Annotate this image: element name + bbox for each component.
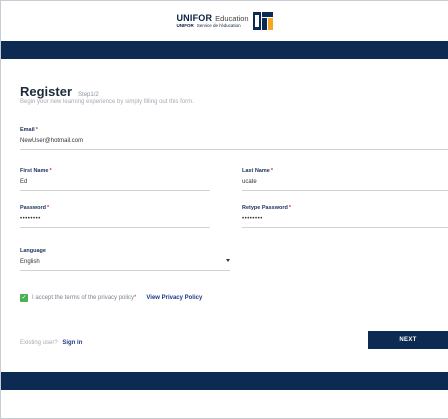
password-label: Password (20, 205, 46, 211)
first-name-field-group: First Name* Ed (20, 168, 210, 191)
logo-brand: UNIFOR (176, 12, 213, 23)
first-name-field[interactable]: Ed (20, 179, 210, 191)
form-heading: Register Step1/2 (20, 84, 99, 99)
logo-product: Education (215, 13, 249, 23)
logo-product-fr: Service de l'éducation (196, 22, 241, 28)
language-field-group: Language English (20, 248, 230, 271)
logo-mark-icon (252, 12, 273, 30)
email-field[interactable]: NewUser@hotmail.com (20, 138, 448, 150)
password-field[interactable]: •••••••• (20, 216, 210, 228)
step-indicator: Step1/2 (78, 92, 99, 98)
retype-password-field[interactable]: •••••••• (242, 216, 448, 228)
email-label: Email (20, 127, 35, 133)
email-field-group: Email* NewUser@hotmail.com (20, 127, 448, 150)
retype-password-label: Retype Password (242, 205, 288, 211)
footer-bar (1, 372, 448, 390)
password-field-group: Password* •••••••• (20, 205, 210, 228)
last-name-field-group: Last Name* ucate (242, 168, 448, 191)
page-title: Register (20, 84, 73, 99)
last-name-label: Last Name (242, 168, 270, 174)
unifor-logo[interactable]: UNIFOR Education UNIFOR Service de l'édu… (176, 12, 273, 30)
existing-user-text: Existing user? (20, 340, 58, 346)
sign-in-link[interactable]: Sign in (62, 340, 82, 346)
language-label: Language (20, 248, 46, 254)
terms-checkbox[interactable]: ✓ (20, 294, 28, 302)
logo-brand-fr: UNIFOR (176, 22, 194, 28)
existing-user-row: Existing user? Sign in (20, 340, 82, 346)
chevron-down-icon[interactable] (226, 259, 230, 262)
terms-required-mark: * (134, 295, 137, 301)
first-name-label: First Name (20, 168, 49, 174)
top-header: UNIFOR Education UNIFOR Service de l'édu… (1, 1, 448, 41)
form-subtitle: Begin your new learning experience by si… (20, 99, 194, 105)
retype-password-field-group: Retype Password* •••••••• (242, 205, 448, 228)
terms-text: I accept the terms of the privacy policy (32, 295, 135, 301)
last-name-field[interactable]: ucate (242, 179, 448, 191)
terms-row: ✓ I accept the terms of the privacy poli… (20, 294, 202, 302)
language-select[interactable]: English (20, 259, 230, 271)
top-nav-bar (1, 41, 448, 59)
next-button[interactable]: NEXT (368, 331, 448, 349)
privacy-policy-link[interactable]: View Privacy Policy (146, 295, 202, 301)
